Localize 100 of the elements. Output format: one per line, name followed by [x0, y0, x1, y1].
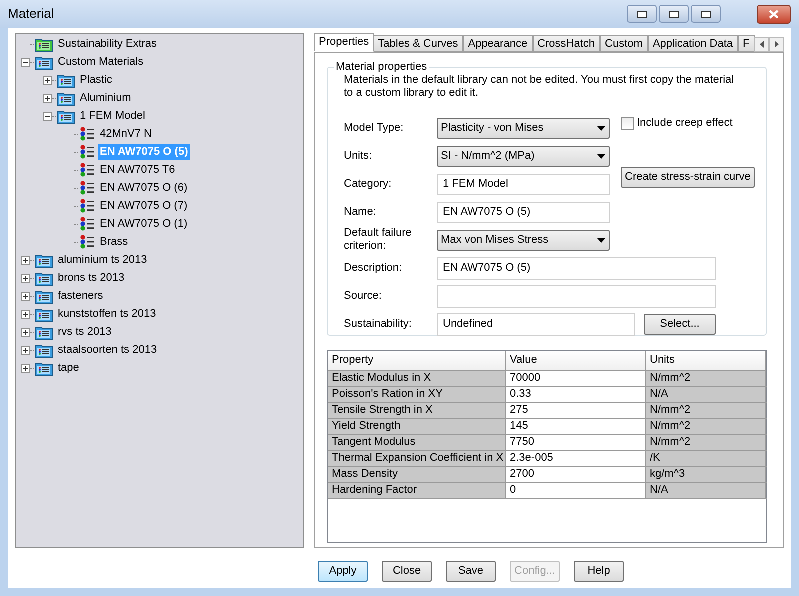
dialog-button[interactable]: Close	[382, 561, 432, 582]
dropdown[interactable]: Max von Mises Stress	[437, 230, 610, 250]
folder-icon	[35, 36, 53, 52]
tree-item[interactable]: EN AW7075 O (7)	[98, 198, 190, 214]
select-button[interactable]: Select...	[644, 314, 716, 334]
folder-icon	[35, 360, 53, 376]
collapse-toggle[interactable]	[21, 58, 30, 66]
tree-item[interactable]: Sustainability Extras	[56, 36, 160, 52]
tree-item[interactable]: brons ts 2013	[56, 270, 127, 286]
tree-item[interactable]: Brass	[98, 234, 130, 250]
tree-item[interactable]: kunststoffen ts 2013	[56, 306, 158, 322]
table-cell: Poisson's Ration in XY	[328, 387, 506, 402]
folder-icon	[57, 108, 75, 124]
table-cell: Tensile Strength in X	[328, 403, 506, 418]
tree-item[interactable]: fasteners	[56, 288, 106, 304]
create-curve-button[interactable]: Create stress-strain curve	[621, 166, 755, 188]
tree-item[interactable]: Plastic	[78, 72, 114, 88]
expand-toggle[interactable]	[21, 292, 30, 300]
field-label: Sustainability:	[344, 318, 413, 330]
table-cell: Hardening Factor	[328, 483, 506, 498]
table-cell: N/A	[646, 387, 766, 402]
expand-toggle[interactable]	[21, 364, 30, 372]
tab[interactable]: Properties	[314, 33, 374, 52]
table-cell: N/A	[646, 483, 766, 498]
tree-item[interactable]: staalsoorten ts 2013	[56, 342, 160, 358]
tab-scroll-right-button[interactable]	[769, 37, 784, 52]
column-header[interactable]: Units	[646, 351, 766, 370]
expand-toggle[interactable]	[21, 346, 30, 354]
dropdown-value: Max von Mises Stress	[441, 232, 549, 248]
expand-toggle[interactable]	[43, 94, 52, 102]
dialog-button[interactable]: Save	[446, 561, 496, 582]
dropdown[interactable]: SI - N/mm^2 (MPa)	[437, 146, 610, 166]
tab[interactable]: Application Data	[648, 35, 738, 52]
table-cell: /K	[646, 451, 766, 466]
expand-toggle[interactable]	[21, 310, 30, 318]
tree-item[interactable]: rvs ts 2013	[56, 324, 114, 340]
tree-item[interactable]: 42MnV7 N	[98, 126, 154, 142]
table-cell: Elastic Modulus in X	[328, 371, 506, 386]
tree-item[interactable]: tape	[56, 360, 82, 376]
tab[interactable]: Tables & Curves	[373, 35, 464, 52]
tree-item[interactable]: EN AW7075 O (6)	[98, 180, 190, 196]
material-icon	[79, 180, 95, 196]
dialog-button[interactable]: Apply	[318, 561, 368, 582]
field-label: Source:	[344, 290, 383, 302]
text-field[interactable]: EN AW7075 O (5)	[437, 202, 610, 222]
column-header[interactable]: Property	[328, 351, 506, 370]
window-control-button[interactable]	[691, 5, 721, 23]
folder-icon	[35, 342, 53, 358]
folder-icon	[35, 270, 53, 286]
table-cell: Tangent Modulus	[328, 435, 506, 450]
tree-item[interactable]: Custom Materials	[56, 54, 146, 70]
tree-item[interactable]: aluminium ts 2013	[56, 252, 150, 268]
field-label: Name:	[344, 206, 378, 218]
caret-icon	[597, 238, 606, 242]
tab[interactable]: Appearance	[463, 35, 533, 52]
tab-scroll-left-button[interactable]	[754, 37, 769, 52]
collapse-toggle[interactable]	[43, 112, 52, 120]
tab[interactable]: CrossHatch	[532, 35, 600, 52]
material-icon	[79, 216, 95, 232]
window-title: Material	[8, 5, 54, 24]
material-icon	[79, 144, 95, 160]
checkbox-label: Include creep effect	[637, 116, 733, 131]
material-icon	[79, 234, 95, 250]
text-field[interactable]: 1 FEM Model	[437, 174, 610, 194]
tree-item[interactable]: EN AW7075 O (1)	[98, 216, 190, 232]
text-field[interactable]	[437, 284, 716, 308]
text-field[interactable]: EN AW7075 O (5)	[437, 256, 716, 280]
material-icon	[79, 162, 95, 178]
field-label: Units:	[344, 150, 374, 162]
column-header[interactable]: Value	[506, 351, 646, 370]
folder-icon	[35, 252, 53, 268]
material-icon	[79, 198, 95, 214]
tab[interactable]: Custom	[600, 35, 648, 52]
tab[interactable]: F	[738, 35, 755, 52]
expand-toggle[interactable]	[21, 256, 30, 264]
folder-icon	[35, 324, 53, 340]
expand-toggle[interactable]	[43, 76, 52, 84]
field-label: Category:	[344, 178, 393, 190]
tree-item[interactable]: 1 FEM Model	[78, 108, 148, 124]
table-cell: Yield Strength	[328, 419, 506, 434]
caret-icon	[597, 154, 606, 158]
checkbox[interactable]	[621, 116, 634, 130]
text-field[interactable]: Undefined	[437, 312, 635, 336]
left-arrow-icon	[760, 41, 764, 48]
field-label: Model Type:	[344, 122, 405, 134]
tree-item[interactable]: EN AW7075 T6	[98, 162, 178, 178]
field-label: Description:	[344, 262, 404, 274]
folder-icon	[57, 90, 75, 106]
right-arrow-icon	[774, 41, 778, 48]
window-control-button[interactable]	[659, 5, 689, 23]
window-control-button[interactable]	[627, 5, 657, 23]
table-cell: Mass Density	[328, 467, 506, 482]
tree-item[interactable]: Aluminium	[78, 90, 134, 106]
dialog-button[interactable]: Help	[574, 561, 624, 582]
folder-icon	[35, 288, 53, 304]
expand-toggle[interactable]	[21, 274, 30, 282]
close-button[interactable]	[757, 4, 791, 24]
dropdown[interactable]: Plasticity - von Mises	[437, 118, 610, 138]
folder-icon	[57, 72, 75, 88]
expand-toggle[interactable]	[21, 328, 30, 336]
